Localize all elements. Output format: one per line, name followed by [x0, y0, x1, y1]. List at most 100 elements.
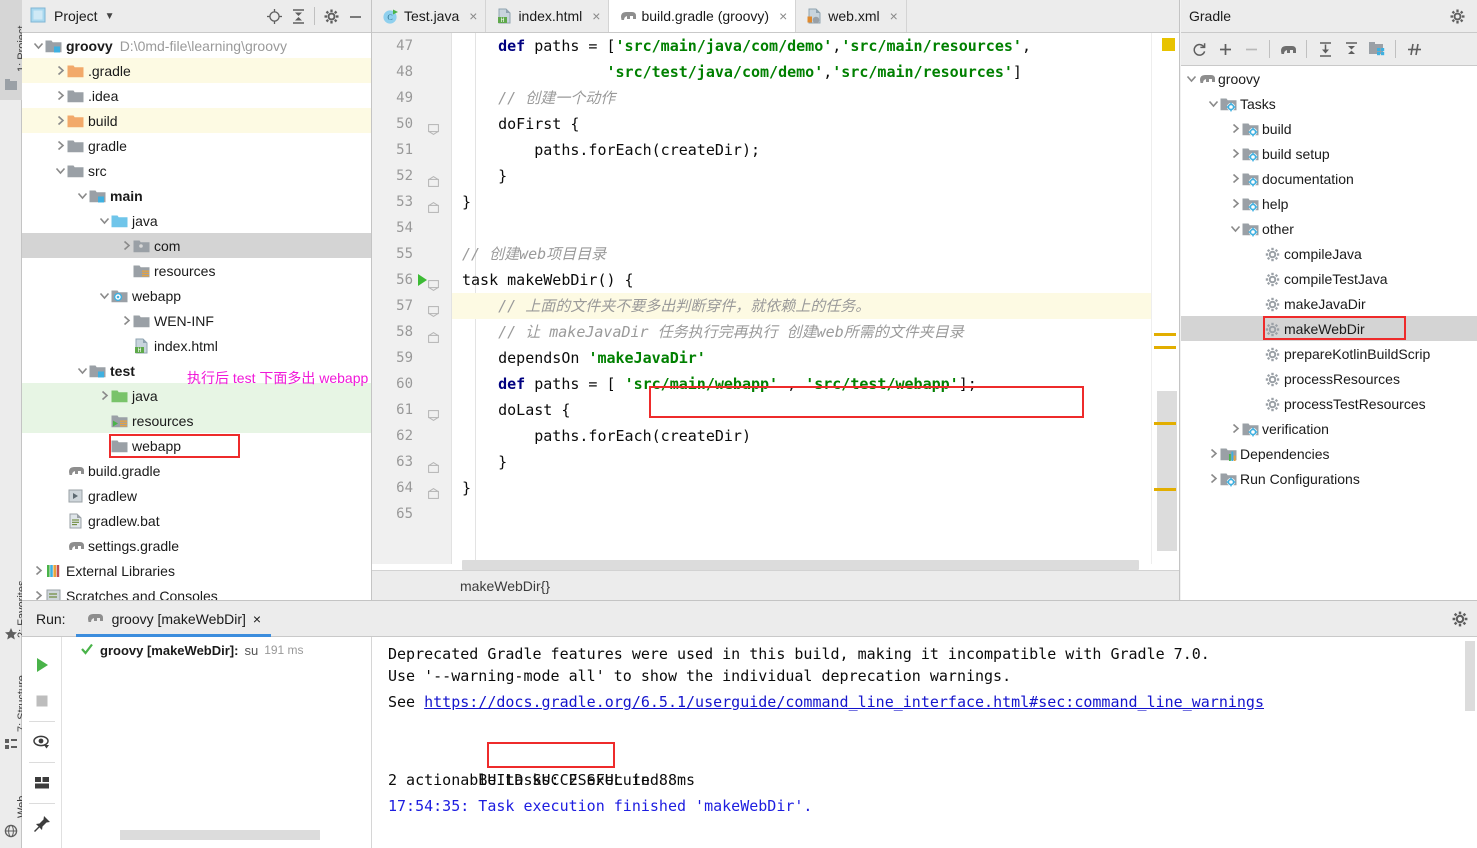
editor-tab-build-gradle-groovy-[interactable]: build.gradle (groovy) × [609, 0, 797, 32]
fold-open-icon[interactable] [428, 300, 439, 317]
warning-chip[interactable] [1162, 38, 1175, 51]
line-number-gutter[interactable]: 47 48 49 50 51 52 53 54 55 56 57 58 59 60 61 62 63 64 65 [372, 33, 452, 564]
project-tree-item[interactable]: gradlew.bat [22, 508, 371, 533]
fold-open-icon[interactable] [428, 118, 439, 135]
code-text[interactable]: def paths = ['src/main/java/com/demo','s… [452, 33, 1151, 564]
gradle-tree-item[interactable]: Run Configurations [1181, 466, 1477, 491]
expander-right-icon[interactable] [1207, 447, 1220, 460]
gradle-tree-item[interactable]: compileTestJava [1181, 266, 1477, 291]
refresh-icon[interactable] [1187, 37, 1211, 61]
line-number[interactable]: 53 [372, 189, 451, 215]
fold-close-icon[interactable] [428, 326, 439, 343]
project-tree-item[interactable]: src [22, 158, 371, 183]
elephant-icon[interactable] [1276, 37, 1300, 61]
expander-right-icon[interactable] [32, 564, 45, 577]
gear-icon[interactable] [319, 4, 343, 28]
line-number[interactable]: 47 [372, 33, 451, 59]
expander-none-icon[interactable] [120, 339, 133, 352]
expander-right-icon[interactable] [120, 314, 133, 327]
gradle-tree-item[interactable]: makeJavaDir [1181, 291, 1477, 316]
code-line[interactable]: task makeWebDir() { [452, 267, 1151, 293]
gradle-tree-item[interactable]: makeWebDir [1181, 316, 1477, 341]
line-number[interactable]: 55 [372, 241, 451, 267]
gradle-tree-item[interactable]: help [1181, 191, 1477, 216]
project-tree-item[interactable]: settings.gradle [22, 533, 371, 558]
expander-down-icon[interactable] [1229, 222, 1242, 235]
line-number[interactable]: 51 [372, 137, 451, 163]
run-icon[interactable] [25, 647, 59, 683]
gear-icon[interactable] [1445, 4, 1469, 28]
project-tree-item[interactable]: groovy D:\0md-file\learning\groovy [22, 33, 371, 58]
expander-right-icon[interactable] [54, 139, 67, 152]
collapse-all-icon[interactable] [1339, 37, 1363, 61]
editor-tab-web-xml[interactable]: web.xml × [796, 0, 907, 32]
line-number[interactable]: 59 [372, 345, 451, 371]
minimize-icon[interactable] [343, 4, 367, 28]
project-tree-item[interactable]: java [22, 208, 371, 233]
fold-close-icon[interactable] [428, 170, 439, 187]
fold-close-icon[interactable] [428, 456, 439, 473]
editor-tab-bar[interactable]: C Test.java × Hindex.html × build.gradle (gro… [372, 0, 1179, 33]
project-tree-item[interactable]: resources [22, 258, 371, 283]
code-line[interactable]: } [452, 475, 1151, 501]
line-number[interactable]: 60 [372, 371, 451, 397]
line-number[interactable]: 64 [372, 475, 451, 501]
gradle-tree-item[interactable]: Tasks [1181, 91, 1477, 116]
expander-down-icon[interactable] [76, 189, 89, 202]
project-tree-item[interactable]: build.gradle [22, 458, 371, 483]
gradle-tree-item[interactable]: build setup [1181, 141, 1477, 166]
expander-none-icon[interactable] [1251, 372, 1264, 385]
project-tree-item[interactable]: com [22, 233, 371, 258]
fold-open-icon[interactable] [428, 274, 439, 291]
run-gutter-icon[interactable] [418, 274, 427, 286]
project-tree-item[interactable]: gradle [22, 133, 371, 158]
expander-none-icon[interactable] [1251, 322, 1264, 335]
project-tree-item[interactable]: Hindex.html [22, 333, 371, 358]
code-line[interactable]: 'src/test/java/com/demo','src/main/resou… [452, 59, 1151, 85]
line-number[interactable]: 58 [372, 319, 451, 345]
fold-open-icon[interactable] [428, 404, 439, 421]
expander-down-icon[interactable] [76, 364, 89, 377]
project-tree-item[interactable]: webapp [22, 433, 371, 458]
expander-right-icon[interactable] [54, 114, 67, 127]
run-tab-makewebdir[interactable]: groovy [makeWebDir] × [75, 600, 272, 637]
expander-none-icon[interactable] [1251, 297, 1264, 310]
code-line[interactable]: // 创建web项目目录 [452, 241, 1151, 267]
toggle-offline-icon[interactable] [1402, 37, 1426, 61]
close-icon[interactable]: × [592, 8, 600, 24]
project-tree-item[interactable]: WEN-INF [22, 308, 371, 333]
expander-none-icon[interactable] [120, 264, 133, 277]
line-number[interactable]: 48 [372, 59, 451, 85]
line-number[interactable]: 61 [372, 397, 451, 423]
gradle-tasks-tree[interactable]: groovy Tasks build build setup documentation… [1181, 66, 1477, 600]
project-tree-item[interactable]: gradlew [22, 483, 371, 508]
collapse-all-icon[interactable] [286, 4, 310, 28]
expander-right-icon[interactable] [32, 589, 45, 600]
code-line[interactable]: } [452, 163, 1151, 189]
project-tree-item[interactable]: webapp [22, 283, 371, 308]
gradle-toolbar[interactable] [1181, 33, 1477, 66]
code-line[interactable]: // 上面的文件夹不要多出判断穿件，就依赖上的任务。 [452, 293, 1151, 319]
run-test-tree[interactable]: groovy [makeWebDir]: su 191 ms [62, 637, 372, 848]
gradle-tree-item[interactable]: groovy [1181, 66, 1477, 91]
code-line[interactable]: dependsOn 'makeJavaDir' [452, 345, 1151, 371]
expander-down-icon[interactable] [1207, 97, 1220, 110]
close-icon[interactable]: × [469, 8, 477, 24]
expander-down-icon[interactable] [32, 39, 45, 52]
layout-icon[interactable] [25, 765, 59, 801]
expander-none-icon[interactable] [98, 414, 111, 427]
expander-right-icon[interactable] [1229, 147, 1242, 160]
run-tree-scrollbar[interactable] [120, 830, 320, 840]
run-toolbar[interactable] [22, 637, 62, 848]
expander-right-icon[interactable] [54, 64, 67, 77]
expander-down-icon[interactable] [98, 214, 111, 227]
fold-close-icon[interactable] [428, 196, 439, 213]
tasks-icon[interactable] [1365, 37, 1389, 61]
expander-down-icon[interactable] [1185, 72, 1198, 85]
console-scrollbar[interactable] [1465, 641, 1475, 711]
gradle-tree-item[interactable]: verification [1181, 416, 1477, 441]
line-number[interactable]: 65 [372, 501, 451, 527]
project-tree-item[interactable]: resources [22, 408, 371, 433]
expander-right-icon[interactable] [1207, 472, 1220, 485]
gradle-docs-link[interactable]: https://docs.gradle.org/6.5.1/userguide/… [424, 693, 1264, 711]
